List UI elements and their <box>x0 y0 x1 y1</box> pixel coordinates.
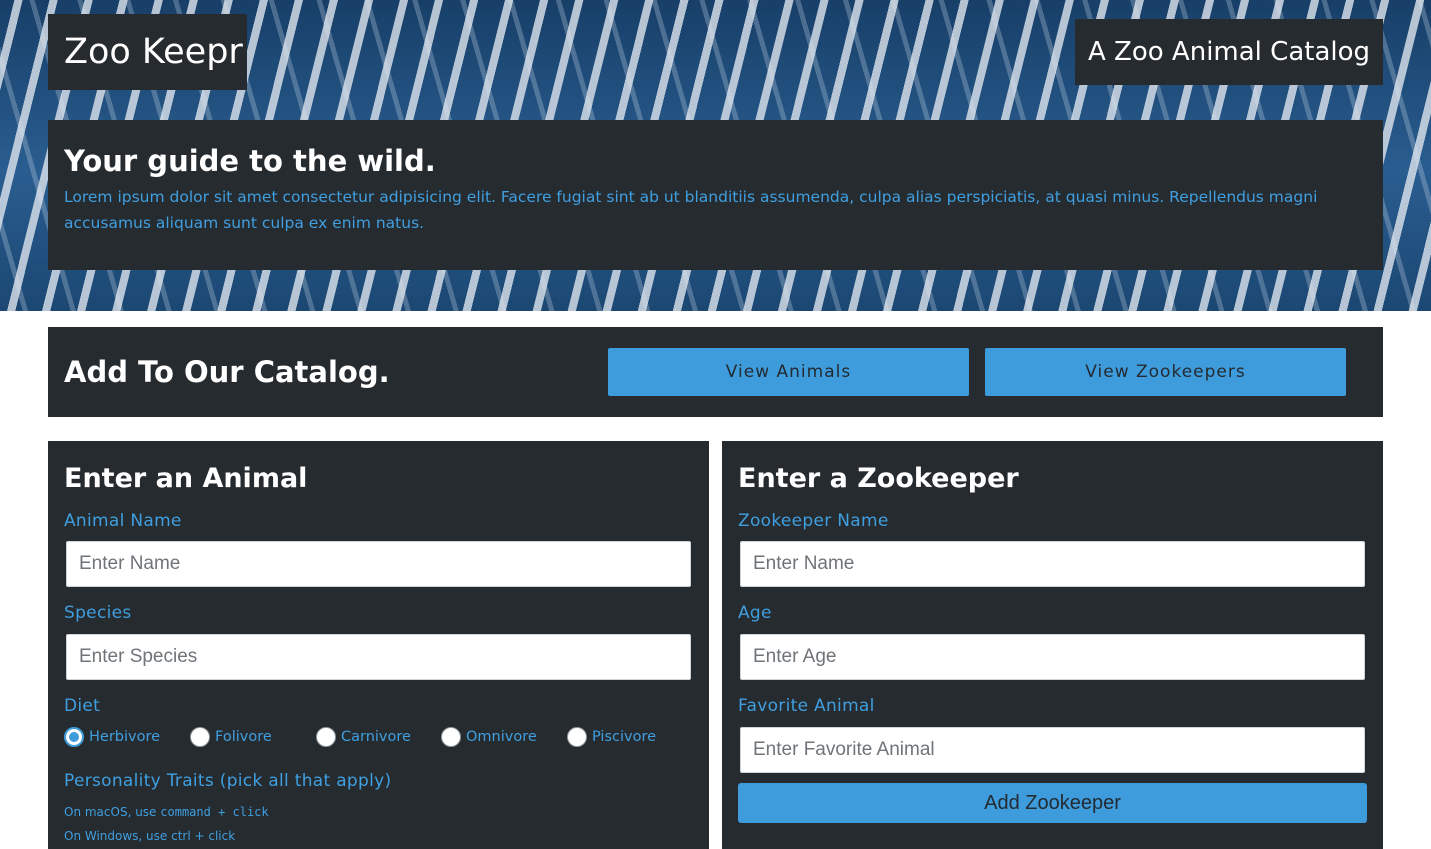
hero-title: Your guide to the wild. <box>64 144 436 178</box>
radio-unchecked-icon[interactable] <box>190 727 210 747</box>
mac-hint: On macOS, use command + click <box>64 805 269 819</box>
radio-checked-icon[interactable] <box>64 727 84 747</box>
radio-unchecked-icon[interactable] <box>316 727 336 747</box>
personality-traits-label: Personality Traits (pick all that apply) <box>64 771 392 791</box>
zookeeper-form: Enter a Zookeeper Zookeeper Name Age Fav… <box>722 441 1383 849</box>
catalog-bar: Add To Our Catalog. View Animals View Zo… <box>48 327 1383 417</box>
species-label: Species <box>64 603 132 623</box>
catalog-title: Add To Our Catalog. <box>64 355 390 389</box>
mac-hint-prefix: On macOS, use <box>64 805 161 819</box>
view-zookeepers-button[interactable]: View Zookeepers <box>985 348 1346 396</box>
site-tagline: A Zoo Animal Catalog <box>1075 19 1383 85</box>
diet-label: Diet <box>64 696 101 716</box>
animal-name-label: Animal Name <box>64 511 182 531</box>
brand-logo-text[interactable]: Zoo Keepr <box>48 14 247 90</box>
diet-option-label: Omnivore <box>466 729 537 745</box>
animal-form: Enter an Animal Animal Name Species Diet… <box>48 441 709 849</box>
diet-option-label: Folivore <box>215 729 272 745</box>
animal-name-input[interactable] <box>66 541 691 587</box>
hero-banner: Zoo Keepr A Zoo Animal Catalog Your guid… <box>0 0 1431 311</box>
radio-unchecked-icon[interactable] <box>567 727 587 747</box>
diet-option-label: Herbivore <box>89 729 161 745</box>
hero-text: Lorem ipsum dolor sit amet consectetur a… <box>64 188 1318 232</box>
diet-radio-group: Herbivore Folivore Carnivore Omnivore Pi… <box>64 727 704 749</box>
age-input[interactable] <box>740 634 1365 680</box>
diet-option-label: Carnivore <box>341 729 411 745</box>
favorite-animal-label: Favorite Animal <box>738 696 875 716</box>
diet-option-label: Piscivore <box>592 729 657 745</box>
age-label: Age <box>738 603 772 623</box>
mac-hint-code: command + click <box>160 805 269 819</box>
species-input[interactable] <box>66 634 691 680</box>
hero-card: Your guide to the wild. Lorem ipsum dolo… <box>48 120 1383 270</box>
animal-form-title: Enter an Animal <box>64 463 308 494</box>
add-zookeeper-button[interactable]: Add Zookeeper <box>738 783 1367 823</box>
view-animals-button[interactable]: View Animals <box>608 348 969 396</box>
zookeeper-name-label: Zookeeper Name <box>738 511 889 531</box>
zookeeper-name-input[interactable] <box>740 541 1365 587</box>
radio-unchecked-icon[interactable] <box>441 727 461 747</box>
favorite-animal-input[interactable] <box>740 727 1365 773</box>
zookeeper-form-title: Enter a Zookeeper <box>738 463 1019 494</box>
windows-hint: On Windows, use ctrl + click <box>64 829 236 843</box>
